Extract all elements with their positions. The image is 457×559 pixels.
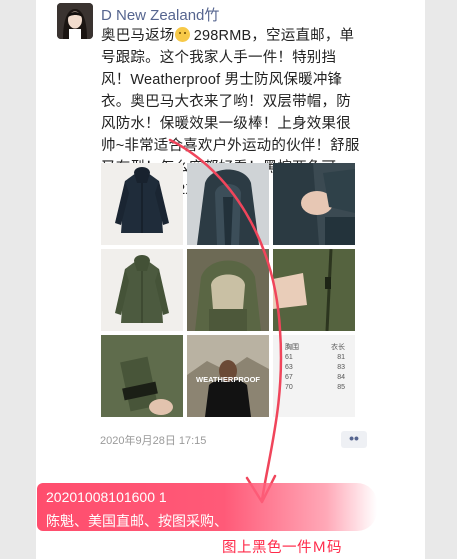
photo-8[interactable]: WEATHERPROOF (187, 335, 269, 417)
photo-6[interactable] (273, 249, 355, 331)
face-emoji-icon (174, 27, 190, 42)
photo-2[interactable] (187, 163, 269, 245)
order-code: 20201008101600 1 (46, 489, 167, 505)
size-chart-cell: 83 (337, 364, 345, 371)
size-chart-cell: 67 (285, 374, 293, 381)
photo-7[interactable] (101, 335, 183, 417)
size-chart-cell: 63 (285, 364, 293, 371)
size-chart-cell: 61 (285, 354, 293, 361)
author-name[interactable]: D New Zealand竹 (101, 4, 219, 25)
size-chart-cell: 84 (337, 374, 345, 381)
order-tags: 陈魁、美国直邮、按图采购、 (46, 513, 228, 529)
size-chart: 胸围 衣长 61 81 63 83 67 84 70 85 (285, 343, 345, 393)
post-timestamp: 2020年9月28日 17:15 (100, 435, 207, 447)
more-options-icon[interactable]: •• (341, 431, 367, 448)
post-text-lead: 奥巴马返场 (101, 28, 175, 44)
photo-4[interactable] (101, 249, 183, 331)
photo-5[interactable] (187, 249, 269, 331)
brand-overlay-text: WEATHERPROOF (196, 375, 260, 384)
size-chart-cell: 70 (285, 384, 293, 391)
avatar[interactable] (57, 3, 93, 39)
photo-1[interactable] (101, 163, 183, 245)
photo-grid: WEATHERPROOF 胸围 衣长 61 81 63 83 67 84 70 85 (101, 163, 355, 419)
photo-3[interactable] (273, 163, 355, 245)
size-chart-header: 衣长 (331, 344, 345, 351)
handwritten-note: 图上黑色一件Ｍ码 (222, 540, 342, 556)
size-chart-cell: 85 (337, 384, 345, 391)
photo-9-size-chart[interactable]: 胸围 衣长 61 81 63 83 67 84 70 85 (273, 335, 355, 417)
size-chart-cell: 81 (337, 354, 345, 361)
size-chart-header: 胸围 (285, 344, 299, 351)
